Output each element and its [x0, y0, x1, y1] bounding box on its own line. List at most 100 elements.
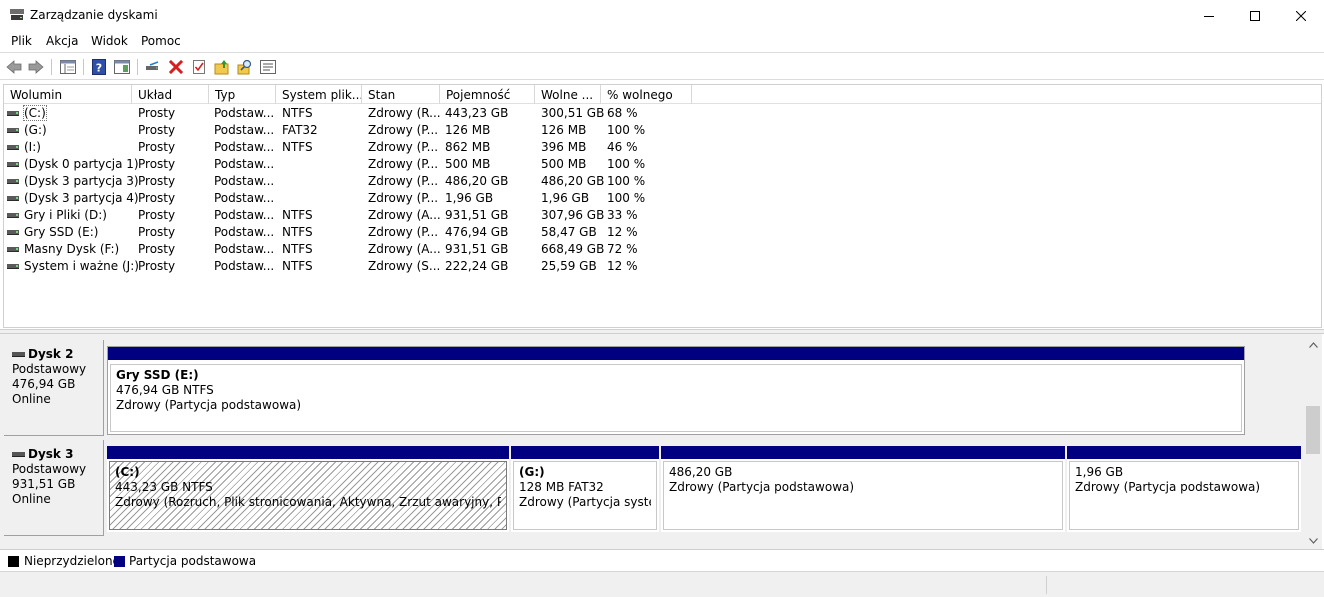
- back-button[interactable]: [4, 57, 24, 77]
- volume-row[interactable]: Masny Dysk (F:) Prosty Podstaw... NTFS Zdrow…: [4, 241, 1321, 258]
- close-button[interactable]: [1278, 0, 1324, 32]
- volume-cell-system-plikow: NTFS: [282, 208, 313, 222]
- volume-row[interactable]: (Dysk 3 partycja 4) Prosty Podstaw... Zdrow…: [4, 190, 1321, 207]
- volume-cell-wolumin: (C:): [23, 105, 47, 121]
- drive-icon: [7, 230, 19, 235]
- volume-cell-wolne: 58,47 GB: [541, 225, 597, 239]
- volume-cell-uklad: Prosty: [138, 242, 176, 256]
- properties-button[interactable]: [189, 57, 209, 77]
- volume-cell-typ: Podstaw...: [214, 225, 275, 239]
- volume-row[interactable]: (C:) Prosty Podstaw... NTFS Zdrowy (R... 443,…: [4, 105, 1321, 122]
- scroll-thumb[interactable]: [1306, 406, 1320, 454]
- volume-row[interactable]: Gry SSD (E:) Prosty Podstaw... NTFS Zdrowy (…: [4, 224, 1321, 241]
- partition-color-bar: [1067, 446, 1301, 459]
- column-header-system-plikow[interactable]: System plik...: [276, 85, 362, 104]
- partition-g[interactable]: (G:) 128 MB FAT32 Zdrowy (Partycja syste…: [511, 446, 659, 532]
- partition-size: 486,20 GB: [669, 465, 733, 479]
- delete-button[interactable]: [166, 57, 186, 77]
- partition-dysk-3-partycja-4[interactable]: 1,96 GB Zdrowy (Partycja podstawowa): [1067, 446, 1301, 532]
- menu-bar: Plik Akcja Widok Pomoc: [0, 32, 1324, 53]
- volume-cell-wolumin: (G:): [24, 123, 47, 137]
- volume-cell-stan: Zdrowy (P...: [368, 174, 439, 188]
- status-bar: [0, 571, 1324, 597]
- column-header-wolne[interactable]: Wolne ...: [535, 85, 601, 104]
- volume-cell-typ: Podstaw...: [214, 106, 275, 120]
- graphical-view-scrollbar[interactable]: [1304, 334, 1322, 549]
- volume-row[interactable]: System i ważne (J:) Prosty Podstaw... NTFS Z…: [4, 258, 1321, 275]
- toolbar-separator: [51, 59, 52, 75]
- partition-body: (G:) 128 MB FAT32 Zdrowy (Partycja syste…: [513, 461, 657, 530]
- volume-cell-wolne: 307,96 GB: [541, 208, 605, 222]
- volume-cell-uklad: Prosty: [138, 157, 176, 171]
- help-icon: ?: [92, 59, 106, 75]
- volume-cell-pojemnosc: 500 MB: [445, 157, 491, 171]
- disk-icon: [12, 452, 25, 457]
- volume-cell-system-plikow: NTFS: [282, 225, 313, 239]
- maximize-button[interactable]: [1232, 0, 1278, 32]
- drive-icon: [7, 247, 19, 252]
- partition-color-bar: [511, 446, 659, 459]
- partition-gry-ssd-e[interactable]: Gry SSD (E:) 476,94 GB NTFS Zdrowy (Part…: [107, 346, 1245, 435]
- toolbar-separator: [83, 59, 84, 75]
- menu-akcja[interactable]: Akcja: [46, 34, 78, 48]
- drive-icon: [7, 162, 19, 167]
- volume-cell-stan: Zdrowy (P...: [368, 157, 439, 171]
- volume-row[interactable]: Gry i Pliki (D:) Prosty Podstaw... NTFS Zdro…: [4, 207, 1321, 224]
- volume-list[interactable]: Wolumin Układ Typ System plik... Stan Po…: [3, 84, 1322, 328]
- volume-cell-typ: Podstaw...: [214, 157, 275, 171]
- minimize-button[interactable]: [1186, 0, 1232, 32]
- minimize-icon: [1204, 16, 1214, 17]
- forward-button[interactable]: [26, 57, 46, 77]
- scroll-down-button[interactable]: [1304, 532, 1322, 549]
- menu-pomoc[interactable]: Pomoc: [141, 34, 181, 48]
- up-folder-icon: [214, 60, 229, 75]
- disk-size: 931,51 GB: [12, 477, 76, 491]
- disk-name: Dysk 2: [28, 347, 74, 361]
- volume-cell-pojemnosc: 486,20 GB: [445, 174, 509, 188]
- up-folder-button[interactable]: [212, 57, 232, 77]
- find-button[interactable]: [235, 57, 255, 77]
- volume-row[interactable]: (I:) Prosty Podstaw... NTFS Zdrowy (P... 862 …: [4, 139, 1321, 156]
- volume-cell-wolne: 1,96 GB: [541, 191, 590, 205]
- volume-row[interactable]: (G:) Prosty Podstaw... FAT32 Zdrowy (P... 126…: [4, 122, 1321, 139]
- partition-name: (C:): [115, 465, 140, 479]
- volume-cell-wolumin: (Dysk 3 partycja 4): [24, 191, 139, 205]
- volume-cell-pojemnosc: 222,24 GB: [445, 259, 509, 273]
- volume-cell-wolumin: Masny Dysk (F:): [24, 242, 120, 256]
- volume-cell-wolumin: (I:): [24, 140, 41, 154]
- partition-c[interactable]: (C:) 443,23 GB NTFS Zdrowy (Rozruch, Pli…: [107, 446, 509, 532]
- action-pane-button[interactable]: [112, 57, 132, 77]
- volume-cell-procent-wolnego: 33 %: [607, 208, 638, 222]
- volume-cell-procent-wolnego: 100 %: [607, 123, 646, 137]
- column-header-stan[interactable]: Stan: [362, 85, 440, 104]
- scroll-up-button[interactable]: [1304, 336, 1322, 353]
- svg-text:?: ?: [96, 62, 102, 75]
- console-tree-button[interactable]: [58, 57, 78, 77]
- column-header-pojemnosc[interactable]: Pojemność: [440, 85, 535, 104]
- menu-widok[interactable]: Widok: [91, 34, 128, 48]
- drive-icon: [7, 264, 19, 269]
- column-header-wolumin[interactable]: Wolumin: [4, 85, 132, 104]
- action-pane-icon: [114, 60, 130, 74]
- settings-list-button[interactable]: [258, 57, 278, 77]
- column-header-uklad[interactable]: Układ: [132, 85, 209, 104]
- properties-check-icon: [193, 60, 205, 74]
- volume-cell-typ: Podstaw...: [214, 191, 275, 205]
- legend: Nieprzydzielone Partycja podstawowa: [0, 549, 1324, 571]
- disk-label-dysk-2[interactable]: Dysk 2 Podstawowy 476,94 GB Online: [4, 340, 104, 436]
- partition-color-bar: [661, 446, 1065, 459]
- volume-row[interactable]: (Dysk 3 partycja 3) Prosty Podstaw... Zdrow…: [4, 173, 1321, 190]
- column-header-typ[interactable]: Typ: [209, 85, 276, 104]
- disk-label-dysk-3[interactable]: Dysk 3 Podstawowy 931,51 GB Online: [4, 440, 104, 536]
- column-header-procent-wolnego[interactable]: % wolnego: [601, 85, 692, 104]
- volume-row[interactable]: (Dysk 0 partycja 1) Prosty Podstaw... Zdrow…: [4, 156, 1321, 173]
- partition-body: Gry SSD (E:) 476,94 GB NTFS Zdrowy (Part…: [110, 364, 1242, 432]
- menu-plik[interactable]: Plik: [11, 34, 32, 48]
- help-button[interactable]: ?: [89, 57, 109, 77]
- partition-body: 1,96 GB Zdrowy (Partycja podstawowa): [1069, 461, 1299, 530]
- disk-icon: [12, 352, 25, 357]
- connect-disk-button[interactable]: [143, 57, 163, 77]
- disk-status: Online: [12, 492, 51, 506]
- drive-icon: [7, 128, 19, 133]
- partition-dysk-3-partycja-3[interactable]: 486,20 GB Zdrowy (Partycja podstawowa): [661, 446, 1065, 532]
